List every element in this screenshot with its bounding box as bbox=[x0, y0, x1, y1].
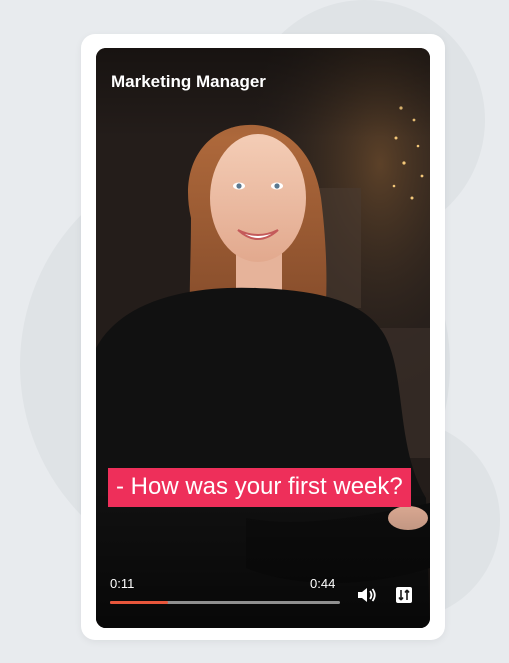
subtitle-caption: - How was your first week? bbox=[108, 468, 411, 507]
duration-time: 0:44 bbox=[310, 576, 336, 591]
captions-icon[interactable] bbox=[393, 584, 415, 606]
progress-fill bbox=[110, 601, 168, 604]
progress-bar[interactable] bbox=[110, 601, 340, 604]
bottom-gradient bbox=[96, 488, 430, 628]
volume-icon[interactable] bbox=[356, 584, 378, 606]
top-gradient bbox=[96, 48, 430, 138]
video-player[interactable]: Marketing Manager - How was your first w… bbox=[96, 48, 430, 628]
current-time: 0:11 bbox=[110, 576, 135, 591]
video-title: Marketing Manager bbox=[111, 72, 266, 91]
